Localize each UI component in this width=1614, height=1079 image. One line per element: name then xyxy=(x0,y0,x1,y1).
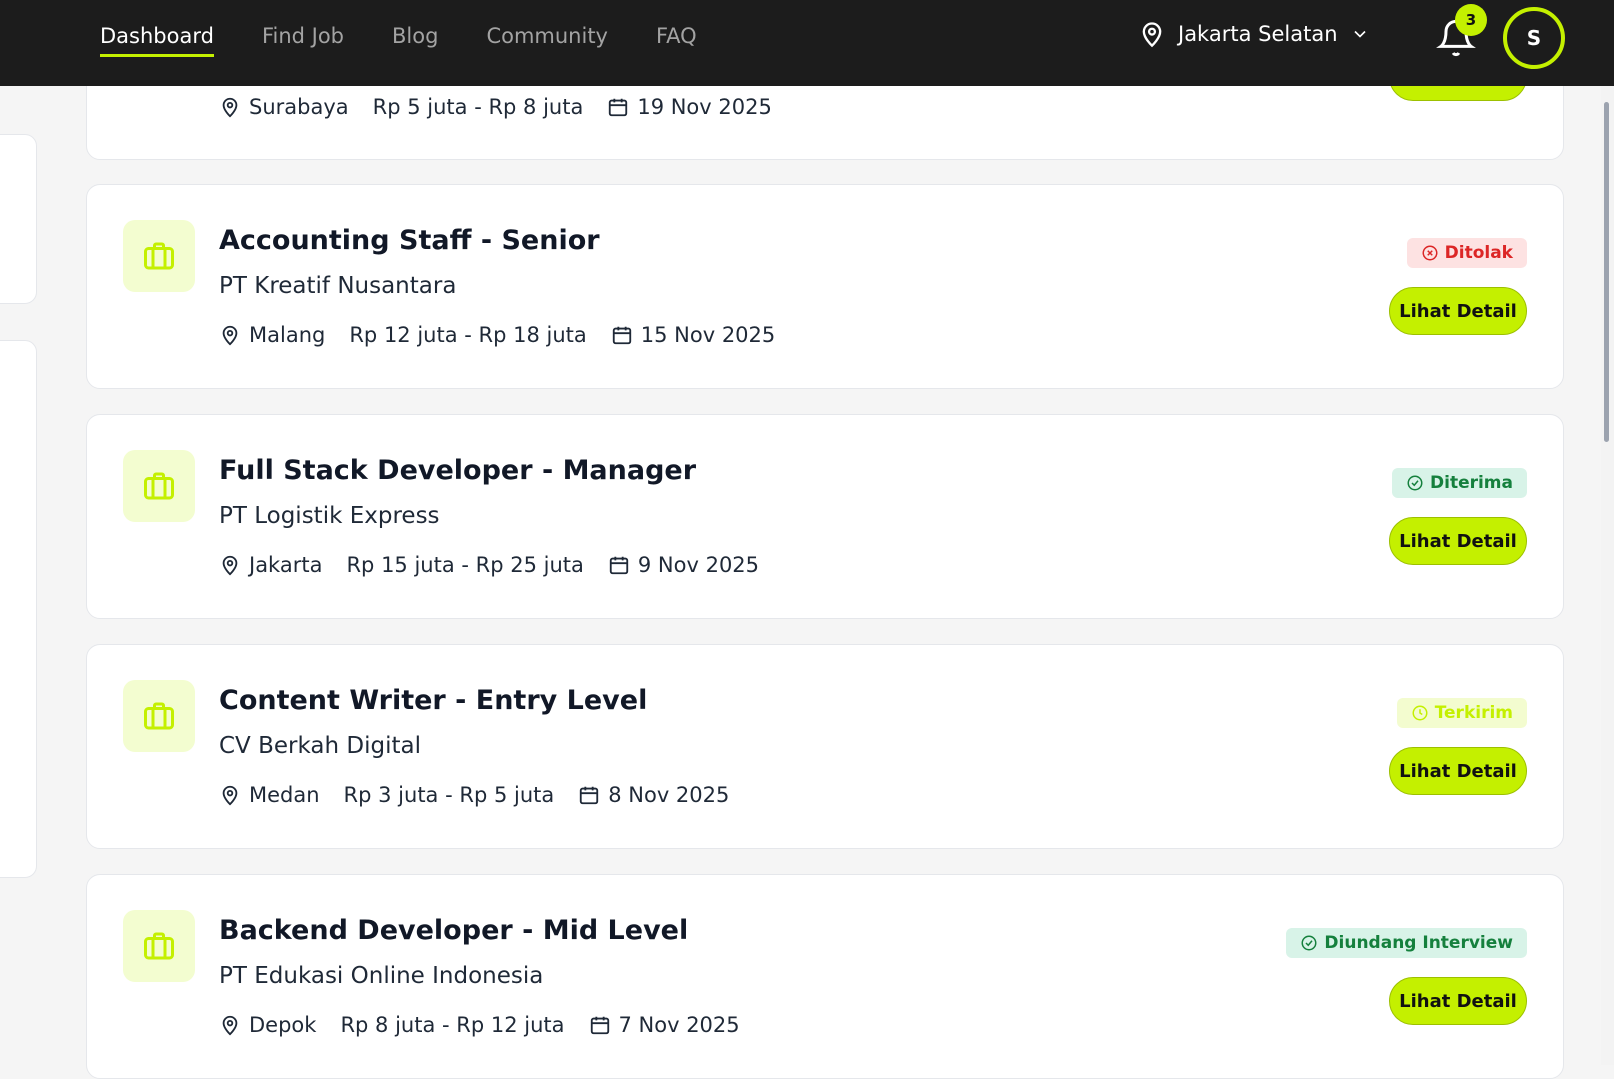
job-title: Full Stack Developer - Manager xyxy=(219,455,697,486)
location-label: Jakarta Selatan xyxy=(1178,22,1338,46)
date-item: 8 Nov 2025 xyxy=(578,783,729,807)
date-text: 15 Nov 2025 xyxy=(640,323,776,347)
chevron-down-icon xyxy=(1353,30,1366,38)
briefcase-icon xyxy=(144,932,174,960)
sidebar-panel xyxy=(0,134,37,304)
notification-badge: 3 xyxy=(1455,4,1487,36)
location-item: Malang xyxy=(219,323,325,347)
map-pin-icon xyxy=(222,1015,238,1036)
briefcase-icon-tile xyxy=(123,450,195,522)
location-item: Medan xyxy=(219,783,320,807)
job-title: Accounting Staff - Senior xyxy=(219,225,600,256)
briefcase-icon xyxy=(144,702,174,730)
clock-icon xyxy=(1412,705,1428,721)
location-text: Depok xyxy=(249,1013,317,1037)
status-text: Ditolak xyxy=(1444,243,1513,263)
status-badge: Diterima xyxy=(1392,468,1527,498)
check-circle-icon xyxy=(1407,475,1423,491)
status-text: Diterima xyxy=(1430,473,1513,493)
date-text: 9 Nov 2025 xyxy=(637,553,760,577)
application-card: Backend Developer - Mid Level PT Edukasi… xyxy=(86,874,1564,1079)
application-card: Content Writer - Entry Level CV Berkah D… xyxy=(86,644,1564,849)
sidebar-panel xyxy=(0,340,37,878)
nav-community[interactable]: Community xyxy=(486,24,608,57)
briefcase-icon-tile xyxy=(123,910,195,982)
salary-text: Rp 15 juta - Rp 25 juta xyxy=(346,553,584,577)
check-circle-icon xyxy=(1301,935,1317,951)
location-text: Medan xyxy=(249,783,320,807)
salary-text: Rp 3 juta - Rp 5 juta xyxy=(343,783,555,807)
status-badge: Terkirim xyxy=(1396,698,1527,728)
map-pin-icon xyxy=(222,325,238,346)
company-name: PT Edukasi Online Indonesia xyxy=(219,963,544,989)
calendar-icon xyxy=(612,326,631,345)
status-badge: Diundang Interview xyxy=(1286,928,1527,958)
briefcase-icon-tile xyxy=(123,680,195,752)
date-item: 15 Nov 2025 xyxy=(611,323,776,347)
scrollbar-thumb[interactable] xyxy=(1604,102,1609,442)
location-item: Jakarta xyxy=(219,553,322,577)
salary-text: Rp 5 juta - Rp 8 juta xyxy=(372,95,584,119)
date-text: 8 Nov 2025 xyxy=(608,783,730,807)
view-detail-button[interactable]: Lihat Detail xyxy=(1389,287,1527,335)
view-detail-button[interactable]: Lihat Detail xyxy=(1389,977,1527,1025)
card-meta: Surabaya Rp 5 juta - Rp 8 juta 19 Nov 20… xyxy=(219,95,772,119)
job-title: Backend Developer - Mid Level xyxy=(219,915,689,946)
date-text: 7 Nov 2025 xyxy=(618,1013,740,1037)
calendar-icon xyxy=(590,1016,609,1035)
map-pin-icon xyxy=(222,785,238,806)
view-detail-button[interactable]: Lihat Detail xyxy=(1389,517,1527,565)
top-navbar: Dashboard Find Job Blog Community FAQ Ja… xyxy=(0,0,1614,86)
date-item: 19 Nov 2025 xyxy=(607,95,772,119)
location-text: Jakarta xyxy=(249,553,323,577)
location-selector[interactable]: Jakarta Selatan xyxy=(1138,20,1370,48)
location-item: Depok xyxy=(219,1013,316,1037)
avatar[interactable]: S xyxy=(1503,7,1565,69)
status-text: Terkirim xyxy=(1434,703,1513,723)
calendar-icon xyxy=(609,556,629,575)
briefcase-icon xyxy=(144,242,174,270)
salary-text: Rp 8 juta - Rp 12 juta xyxy=(340,1013,565,1037)
map-pin-icon xyxy=(222,97,238,118)
briefcase-icon xyxy=(144,472,174,500)
card-meta: Jakarta Rp 15 juta - Rp 25 juta 9 Nov 20… xyxy=(219,553,759,577)
company-name: PT Logistik Express xyxy=(219,503,440,529)
application-card: Accounting Staff - Senior PT Kreatif Nus… xyxy=(86,184,1564,389)
company-name: PT Kreatif Nusantara xyxy=(219,273,457,299)
card-meta: Malang Rp 12 juta - Rp 18 juta 15 Nov 20… xyxy=(219,323,775,347)
view-detail-button[interactable]: Lihat Detail xyxy=(1389,747,1527,795)
map-pin-icon xyxy=(222,555,238,576)
nav-blog[interactable]: Blog xyxy=(392,24,438,57)
card-meta: Medan Rp 3 juta - Rp 5 juta 8 Nov 2025 xyxy=(219,783,729,807)
job-title: Content Writer - Entry Level xyxy=(219,685,648,716)
date-text: 19 Nov 2025 xyxy=(637,95,772,119)
status-text: Diundang Interview xyxy=(1324,933,1513,953)
nav-faq[interactable]: FAQ xyxy=(656,24,697,57)
nav-dashboard[interactable]: Dashboard xyxy=(100,24,214,57)
calendar-icon xyxy=(580,786,599,805)
application-card: Full Stack Developer - Manager PT Logist… xyxy=(86,414,1564,619)
date-item: 9 Nov 2025 xyxy=(608,553,759,577)
status-badge: Ditolak xyxy=(1406,238,1527,268)
location-item: Surabaya xyxy=(219,95,349,119)
location-text: Malang xyxy=(249,323,326,347)
map-pin-icon xyxy=(1142,22,1162,48)
briefcase-icon-tile xyxy=(123,220,195,292)
main-nav: Dashboard Find Job Blog Community FAQ xyxy=(100,24,697,57)
calendar-icon xyxy=(609,98,628,117)
card-meta: Depok Rp 8 juta - Rp 12 juta 7 Nov 2025 xyxy=(219,1013,740,1037)
x-circle-icon xyxy=(1422,245,1438,261)
nav-find-job[interactable]: Find Job xyxy=(262,24,344,57)
company-name: CV Berkah Digital xyxy=(219,733,421,759)
salary-text: Rp 12 juta - Rp 18 juta xyxy=(349,323,587,347)
date-item: 7 Nov 2025 xyxy=(589,1013,740,1037)
location-text: Surabaya xyxy=(249,95,349,119)
